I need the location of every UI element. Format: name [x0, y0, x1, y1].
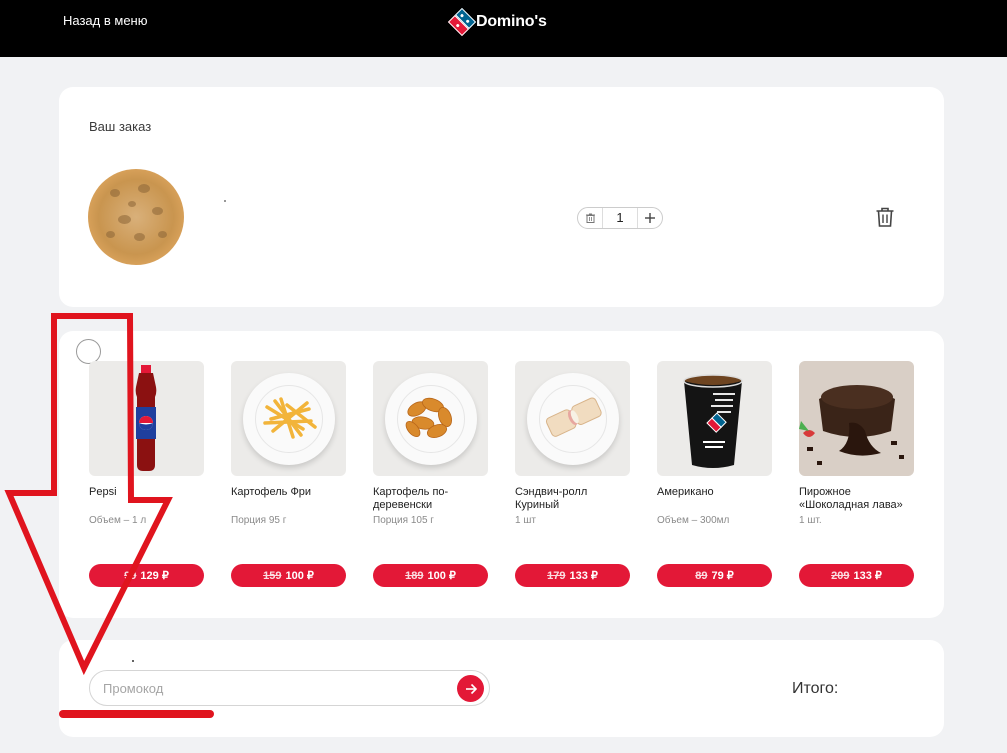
product-card-sandwich-roll[interactable]: Сэндвич-ролл Куриный 1 шт 179 133 ₽	[515, 361, 630, 587]
dominos-logo[interactable]: Domino's	[447, 7, 547, 37]
dominos-logo-icon	[447, 7, 477, 37]
new-price: 133 ₽	[853, 570, 882, 582]
increase-button[interactable]	[638, 208, 662, 228]
product-name: Пирожное «Шоколадная лава»	[799, 486, 903, 511]
add-product-price-button[interactable]: 99 129 ₽	[89, 564, 204, 587]
old-price: 89	[695, 569, 708, 582]
product-card-pepsi[interactable]: Pepsi Объем – 1 л 99 129 ₽	[89, 361, 204, 587]
upsell-card: Pepsi Объем – 1 л 99 129 ₽ Картофель Фри…	[59, 331, 944, 618]
order-item-name	[224, 200, 226, 202]
remove-item-trash-icon[interactable]	[876, 207, 894, 227]
product-name: Картофель по-деревенски	[373, 486, 449, 511]
product-card-potato-wedges[interactable]: Картофель по-деревенски Порция 105 г 189…	[373, 361, 488, 587]
order-card: Ваш заказ 1	[59, 87, 944, 307]
add-product-price-button[interactable]: 179 133 ₽	[515, 564, 630, 587]
product-desc: Порция 105 г	[373, 515, 434, 526]
order-title: Ваш заказ	[89, 119, 152, 134]
product-name: Сэндвич-ролл Куриный	[515, 486, 588, 511]
quantity-value: 1	[602, 208, 638, 228]
product-name: Pepsi	[89, 486, 117, 498]
product-card-fries[interactable]: Картофель Фри Порция 95 г 159 100 ₽	[231, 361, 346, 587]
product-desc: Объем – 300мл	[657, 515, 730, 526]
add-product-price-button[interactable]: 189 100 ₽	[373, 564, 488, 587]
product-name: Американо	[657, 486, 714, 498]
old-price: 99	[124, 569, 137, 582]
old-price: 179	[547, 569, 566, 582]
add-product-price-button[interactable]: 209 133 ₽	[799, 564, 914, 587]
top-bar: Назад в меню Domino's	[0, 0, 1007, 57]
old-price: 209	[831, 569, 850, 582]
product-desc: 1 шт.	[799, 515, 822, 526]
product-desc: Порция 95 г	[231, 515, 287, 526]
new-price: 129 ₽	[140, 570, 169, 582]
plus-icon	[645, 213, 655, 223]
promo-code-input[interactable]	[89, 670, 490, 706]
promo-label	[132, 660, 134, 662]
apply-promo-button[interactable]	[457, 675, 484, 702]
logo-text: Domino's	[476, 13, 547, 30]
new-price: 79 ₽	[711, 570, 734, 582]
product-name: Картофель Фри	[231, 486, 312, 498]
arrow-right-icon	[465, 683, 477, 694]
decrease-trash-button[interactable]	[578, 208, 602, 228]
chocolate-lava-cake-image	[799, 361, 914, 476]
new-price: 133 ₽	[569, 570, 598, 582]
product-card-chocolate-lava[interactable]: Пирожное «Шоколадная лава» 1 шт. 209 133…	[799, 361, 914, 587]
add-product-price-button[interactable]: 89 79 ₽	[657, 564, 772, 587]
new-price: 100 ₽	[427, 570, 456, 582]
product-card-americano[interactable]: Американо Объем – 300мл 89 79 ₽	[657, 361, 772, 587]
total-label: Итого:	[792, 680, 839, 697]
small-trash-icon	[585, 213, 595, 223]
quantity-stepper: 1	[577, 207, 663, 229]
old-price: 189	[405, 569, 424, 582]
fries-image	[231, 361, 346, 476]
product-desc: Объем – 1 л	[89, 515, 147, 526]
add-product-price-button[interactable]: 159 100 ₽	[231, 564, 346, 587]
new-price: 100 ₽	[285, 570, 314, 582]
americano-cup-image	[657, 361, 772, 476]
product-desc: 1 шт	[515, 515, 536, 526]
old-price: 159	[263, 569, 282, 582]
back-to-menu-link[interactable]: Назад в меню	[63, 13, 147, 28]
potato-wedges-image	[373, 361, 488, 476]
promo-card: Итого:	[59, 640, 944, 737]
pepsi-bottle-image	[89, 361, 204, 476]
pizza-image	[88, 169, 184, 265]
sandwich-roll-image	[515, 361, 630, 476]
